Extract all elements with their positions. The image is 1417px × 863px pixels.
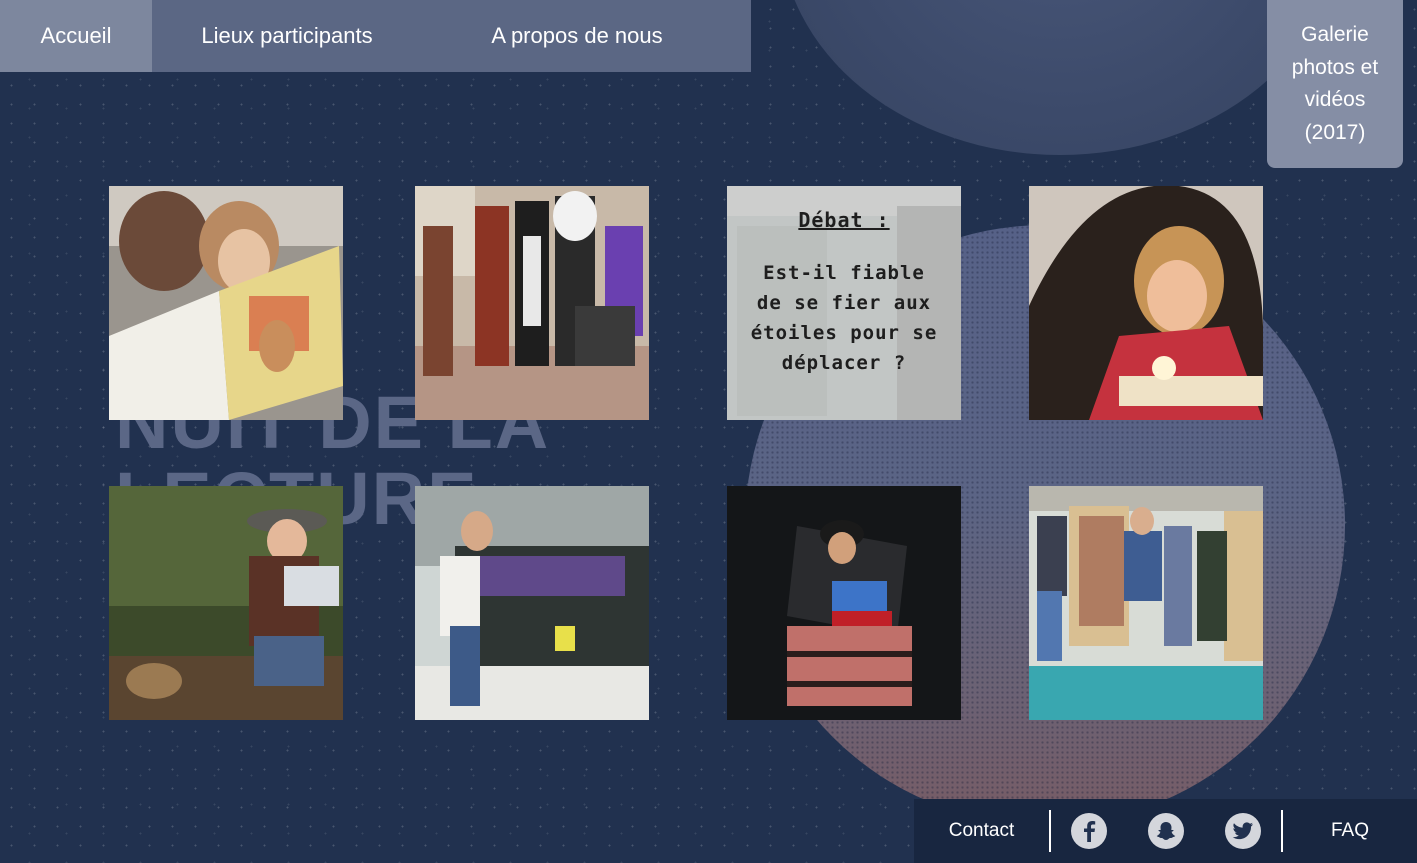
nav-lieux-participants[interactable]: Lieux participants: [152, 0, 422, 72]
footer-contact-link[interactable]: Contact: [914, 820, 1049, 842]
debate-overlay: Débat : Est-il fiable de se fier aux éto…: [727, 186, 961, 420]
snapchat-icon[interactable]: [1147, 813, 1184, 849]
photo-tile-cosplay-group[interactable]: [415, 186, 649, 420]
debate-tile[interactable]: Débat : Est-il fiable de se fier aux éto…: [727, 186, 961, 420]
facebook-icon[interactable]: [1071, 813, 1108, 849]
top-navigation: Accueil Lieux participants A propos de n…: [0, 0, 751, 72]
debate-question: Est-il fiable de se fier aux étoiles pou…: [750, 262, 938, 374]
social-links: [1051, 813, 1281, 849]
twitter-icon[interactable]: [1224, 813, 1261, 849]
photo-tile-library-display[interactable]: [415, 486, 649, 720]
footer-faq-link[interactable]: FAQ: [1283, 820, 1417, 842]
debate-title: Débat :: [798, 208, 890, 232]
photo-tile-flashlight-reading[interactable]: [1029, 186, 1263, 420]
photo-tile-reading-book[interactable]: [109, 186, 343, 420]
footer-bar: Contact FAQ: [914, 799, 1417, 863]
nav-a-propos[interactable]: A propos de nous: [422, 0, 732, 72]
photo-tile-garden-reading[interactable]: [109, 486, 343, 720]
photo-tile-library-staff[interactable]: [1029, 486, 1263, 720]
gallery-button-label: Galerie photos et vidéos (2017): [1291, 23, 1379, 144]
gallery-button[interactable]: Galerie photos et vidéos (2017): [1267, 0, 1403, 168]
photo-tile-pirate-child[interactable]: [727, 486, 961, 720]
nav-accueil[interactable]: Accueil: [0, 0, 152, 72]
